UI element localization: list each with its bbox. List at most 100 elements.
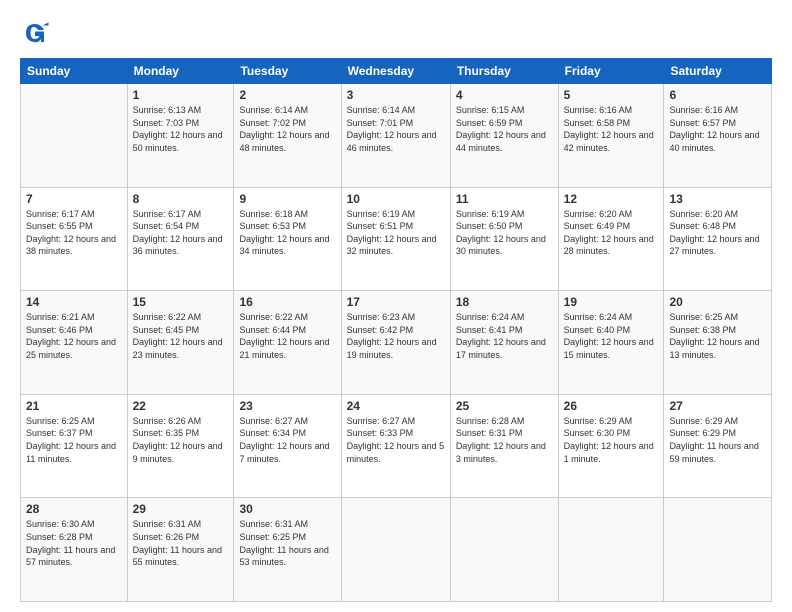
day-info: Sunrise: 6:25 AMSunset: 6:37 PMDaylight:…	[26, 415, 122, 465]
day-info: Sunrise: 6:17 AMSunset: 6:54 PMDaylight:…	[133, 208, 229, 258]
day-info: Sunrise: 6:26 AMSunset: 6:35 PMDaylight:…	[133, 415, 229, 465]
day-cell: 28Sunrise: 6:30 AMSunset: 6:28 PMDayligh…	[21, 498, 128, 602]
day-info: Sunrise: 6:17 AMSunset: 6:55 PMDaylight:…	[26, 208, 122, 258]
logo	[20, 18, 54, 48]
day-info: Sunrise: 6:19 AMSunset: 6:50 PMDaylight:…	[456, 208, 553, 258]
day-info: Sunrise: 6:29 AMSunset: 6:30 PMDaylight:…	[564, 415, 659, 465]
day-number: 18	[456, 295, 553, 309]
day-number: 8	[133, 192, 229, 206]
day-cell	[341, 498, 450, 602]
day-info: Sunrise: 6:29 AMSunset: 6:29 PMDaylight:…	[669, 415, 766, 465]
day-cell: 8 Sunrise: 6:17 AMSunset: 6:54 PMDaylight…	[127, 187, 234, 291]
day-info: Sunrise: 6:24 AMSunset: 6:40 PMDaylight:…	[564, 311, 659, 361]
day-info: Sunrise: 6:16 AMSunset: 6:57 PMDaylight:…	[669, 104, 766, 154]
day-info: Sunrise: 6:13 AMSunset: 7:03 PMDaylight:…	[133, 104, 229, 154]
day-number: 13	[669, 192, 766, 206]
day-number: 21	[26, 399, 122, 413]
day-cell: 17Sunrise: 6:23 AMSunset: 6:42 PMDayligh…	[341, 291, 450, 395]
day-number: 28	[26, 502, 122, 516]
day-cell: 12 Sunrise: 6:20 AMSunset: 6:49 PMDayligh…	[558, 187, 664, 291]
week-row-2: 7 Sunrise: 6:17 AMSunset: 6:55 PMDaylight…	[21, 187, 772, 291]
day-info: Sunrise: 6:25 AMSunset: 6:38 PMDaylight:…	[669, 311, 766, 361]
day-info: Sunrise: 6:22 AMSunset: 6:45 PMDaylight:…	[133, 311, 229, 361]
day-number: 10	[347, 192, 445, 206]
day-number: 19	[564, 295, 659, 309]
day-number: 23	[239, 399, 335, 413]
day-info: Sunrise: 6:27 AMSunset: 6:33 PMDaylight:…	[347, 415, 445, 465]
day-info: Sunrise: 6:14 AMSunset: 7:01 PMDaylight:…	[347, 104, 445, 154]
day-info: Sunrise: 6:19 AMSunset: 6:51 PMDaylight:…	[347, 208, 445, 258]
day-info: Sunrise: 6:21 AMSunset: 6:46 PMDaylight:…	[26, 311, 122, 361]
day-number: 29	[133, 502, 229, 516]
day-number: 15	[133, 295, 229, 309]
day-cell: 25Sunrise: 6:28 AMSunset: 6:31 PMDayligh…	[450, 394, 558, 498]
day-cell: 14 Sunrise: 6:21 AMSunset: 6:46 PMDayligh…	[21, 291, 128, 395]
day-cell: 16Sunrise: 6:22 AMSunset: 6:44 PMDayligh…	[234, 291, 341, 395]
logo-icon	[20, 18, 50, 48]
day-number: 20	[669, 295, 766, 309]
day-info: Sunrise: 6:15 AMSunset: 6:59 PMDaylight:…	[456, 104, 553, 154]
day-cell: 6 Sunrise: 6:16 AMSunset: 6:57 PMDaylight…	[664, 84, 772, 188]
week-row-1: 1 Sunrise: 6:13 AMSunset: 7:03 PMDaylight…	[21, 84, 772, 188]
calendar-table: SundayMondayTuesdayWednesdayThursdayFrid…	[20, 58, 772, 602]
day-number: 16	[239, 295, 335, 309]
day-cell: 27 Sunrise: 6:29 AMSunset: 6:29 PMDayligh…	[664, 394, 772, 498]
day-cell	[558, 498, 664, 602]
day-number: 12	[564, 192, 659, 206]
week-row-5: 28Sunrise: 6:30 AMSunset: 6:28 PMDayligh…	[21, 498, 772, 602]
day-info: Sunrise: 6:20 AMSunset: 6:48 PMDaylight:…	[669, 208, 766, 258]
day-cell: 23 Sunrise: 6:27 AMSunset: 6:34 PMDayligh…	[234, 394, 341, 498]
day-info: Sunrise: 6:28 AMSunset: 6:31 PMDaylight:…	[456, 415, 553, 465]
day-number: 3	[347, 88, 445, 102]
day-number: 2	[239, 88, 335, 102]
day-header-thursday: Thursday	[450, 59, 558, 84]
header	[20, 18, 772, 48]
day-number: 24	[347, 399, 445, 413]
week-row-4: 21 Sunrise: 6:25 AMSunset: 6:37 PMDayligh…	[21, 394, 772, 498]
day-cell: 24 Sunrise: 6:27 AMSunset: 6:33 PMDayligh…	[341, 394, 450, 498]
day-number: 9	[239, 192, 335, 206]
day-number: 14	[26, 295, 122, 309]
day-cell: 15 Sunrise: 6:22 AMSunset: 6:45 PMDayligh…	[127, 291, 234, 395]
day-header-friday: Friday	[558, 59, 664, 84]
day-cell: 13 Sunrise: 6:20 AMSunset: 6:48 PMDayligh…	[664, 187, 772, 291]
day-number: 17	[347, 295, 445, 309]
day-info: Sunrise: 6:20 AMSunset: 6:49 PMDaylight:…	[564, 208, 659, 258]
day-header-sunday: Sunday	[21, 59, 128, 84]
day-number: 4	[456, 88, 553, 102]
day-cell: 10 Sunrise: 6:19 AMSunset: 6:51 PMDayligh…	[341, 187, 450, 291]
day-cell: 9 Sunrise: 6:18 AMSunset: 6:53 PMDaylight…	[234, 187, 341, 291]
day-cell: 3 Sunrise: 6:14 AMSunset: 7:01 PMDaylight…	[341, 84, 450, 188]
day-header-tuesday: Tuesday	[234, 59, 341, 84]
day-cell	[21, 84, 128, 188]
day-header-monday: Monday	[127, 59, 234, 84]
day-cell: 4 Sunrise: 6:15 AMSunset: 6:59 PMDaylight…	[450, 84, 558, 188]
day-cell: 26Sunrise: 6:29 AMSunset: 6:30 PMDayligh…	[558, 394, 664, 498]
day-cell: 5Sunrise: 6:16 AMSunset: 6:58 PMDaylight…	[558, 84, 664, 188]
day-info: Sunrise: 6:24 AMSunset: 6:41 PMDaylight:…	[456, 311, 553, 361]
day-number: 11	[456, 192, 553, 206]
day-cell: 7 Sunrise: 6:17 AMSunset: 6:55 PMDaylight…	[21, 187, 128, 291]
day-number: 30	[239, 502, 335, 516]
day-cell: 1 Sunrise: 6:13 AMSunset: 7:03 PMDaylight…	[127, 84, 234, 188]
day-info: Sunrise: 6:31 AMSunset: 6:26 PMDaylight:…	[133, 518, 229, 568]
day-info: Sunrise: 6:27 AMSunset: 6:34 PMDaylight:…	[239, 415, 335, 465]
header-row: SundayMondayTuesdayWednesdayThursdayFrid…	[21, 59, 772, 84]
page: SundayMondayTuesdayWednesdayThursdayFrid…	[0, 0, 792, 612]
day-cell: 21 Sunrise: 6:25 AMSunset: 6:37 PMDayligh…	[21, 394, 128, 498]
day-number: 22	[133, 399, 229, 413]
day-number: 7	[26, 192, 122, 206]
day-info: Sunrise: 6:14 AMSunset: 7:02 PMDaylight:…	[239, 104, 335, 154]
day-number: 5	[564, 88, 659, 102]
week-row-3: 14 Sunrise: 6:21 AMSunset: 6:46 PMDayligh…	[21, 291, 772, 395]
day-number: 1	[133, 88, 229, 102]
day-number: 6	[669, 88, 766, 102]
day-cell: 22 Sunrise: 6:26 AMSunset: 6:35 PMDayligh…	[127, 394, 234, 498]
day-info: Sunrise: 6:18 AMSunset: 6:53 PMDaylight:…	[239, 208, 335, 258]
day-header-saturday: Saturday	[664, 59, 772, 84]
day-cell: 11 Sunrise: 6:19 AMSunset: 6:50 PMDayligh…	[450, 187, 558, 291]
day-cell: 18 Sunrise: 6:24 AMSunset: 6:41 PMDayligh…	[450, 291, 558, 395]
day-cell: 29 Sunrise: 6:31 AMSunset: 6:26 PMDayligh…	[127, 498, 234, 602]
day-number: 27	[669, 399, 766, 413]
day-cell: 2 Sunrise: 6:14 AMSunset: 7:02 PMDaylight…	[234, 84, 341, 188]
